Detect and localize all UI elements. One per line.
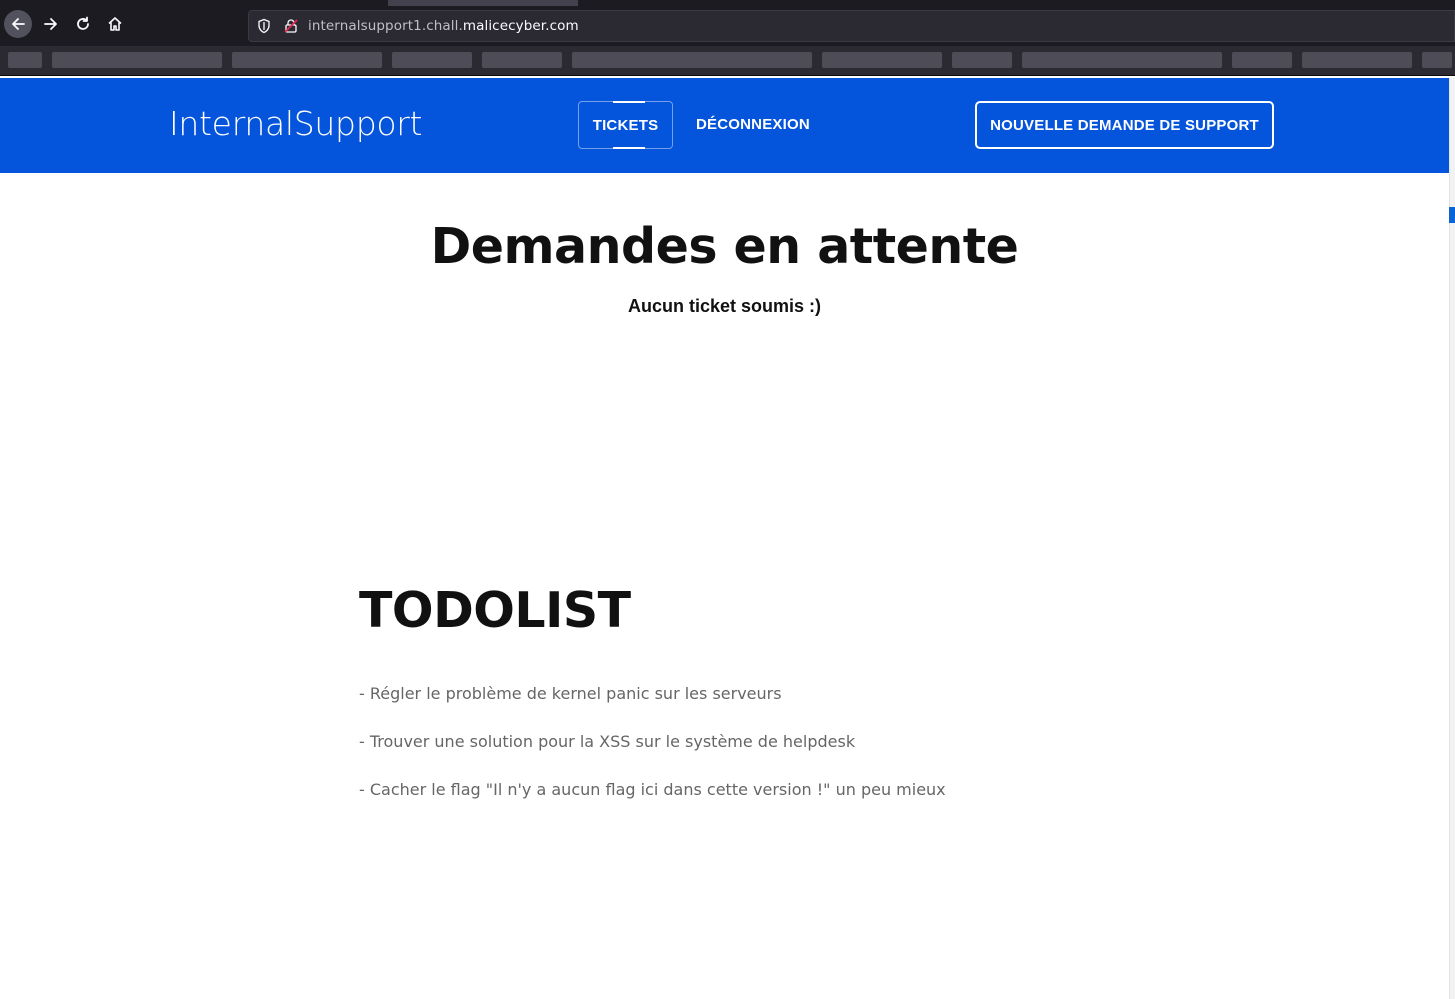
todolist-title: TODOLIST (359, 582, 631, 639)
url-domain: malicecyber.com (462, 18, 579, 34)
browser-toolbar: internalsupport1.chall.malicecyber.com (0, 0, 1455, 46)
home-button[interactable] (101, 10, 129, 38)
url-prefix: internalsupport1.chall. (308, 18, 463, 34)
active-indicator (613, 147, 645, 149)
bookmark-item[interactable] (1302, 52, 1412, 68)
new-support-request-button[interactable]: NOUVELLE DEMANDE DE SUPPORT (975, 101, 1274, 149)
todo-item: - Trouver une solution pour la XSS sur l… (359, 732, 856, 751)
url-text[interactable]: internalsupport1.chall.malicecyber.com (308, 18, 579, 34)
todo-item: - Cacher le flag "Il n'y a aucun flag ic… (359, 780, 946, 799)
bookmark-item[interactable] (232, 52, 382, 68)
bookmark-item[interactable] (1022, 52, 1222, 68)
bookmark-item[interactable] (392, 52, 472, 68)
reload-icon (77, 16, 89, 30)
bookmark-item[interactable] (8, 52, 42, 68)
empty-tickets-message: Aucun ticket soumis :) (627, 296, 822, 316)
bookmark-item[interactable] (1422, 52, 1452, 68)
back-button[interactable] (4, 10, 32, 38)
page-title: Demandes en attente (430, 218, 1019, 275)
shield-icon[interactable] (256, 18, 272, 34)
nav-tickets-label: TICKETS (592, 116, 659, 134)
home-icon (108, 17, 122, 31)
insecure-lock-icon[interactable] (283, 18, 299, 34)
site-header: InternalSupport TICKETS DÉCONNEXION NOUV… (0, 78, 1449, 173)
bookmark-item[interactable] (1232, 52, 1292, 68)
arrow-right-icon (44, 18, 57, 30)
bookmarks-bar (0, 46, 1455, 76)
scrollbar-thumb[interactable] (1449, 207, 1455, 223)
bookmark-item[interactable] (572, 52, 812, 68)
active-indicator (613, 101, 645, 103)
bookmark-item[interactable] (822, 52, 942, 68)
nav-logout[interactable]: DÉCONNEXION (696, 116, 810, 133)
url-bar[interactable]: internalsupport1.chall.malicecyber.com (248, 10, 1455, 42)
todo-item: - Régler le problème de kernel panic sur… (359, 684, 782, 703)
bookmark-item[interactable] (52, 52, 222, 68)
new-support-request-label: NOUVELLE DEMANDE DE SUPPORT (990, 116, 1259, 134)
bookmark-item[interactable] (482, 52, 562, 68)
tab-active[interactable] (388, 0, 578, 6)
forward-button[interactable] (37, 10, 65, 38)
bookmark-item[interactable] (952, 52, 1012, 68)
reload-button[interactable] (69, 10, 97, 38)
brand-logo[interactable]: InternalSupport (169, 104, 422, 143)
nav-tickets[interactable]: TICKETS (578, 101, 673, 149)
arrow-left-icon (12, 18, 25, 30)
tab-strip (0, 0, 1455, 6)
